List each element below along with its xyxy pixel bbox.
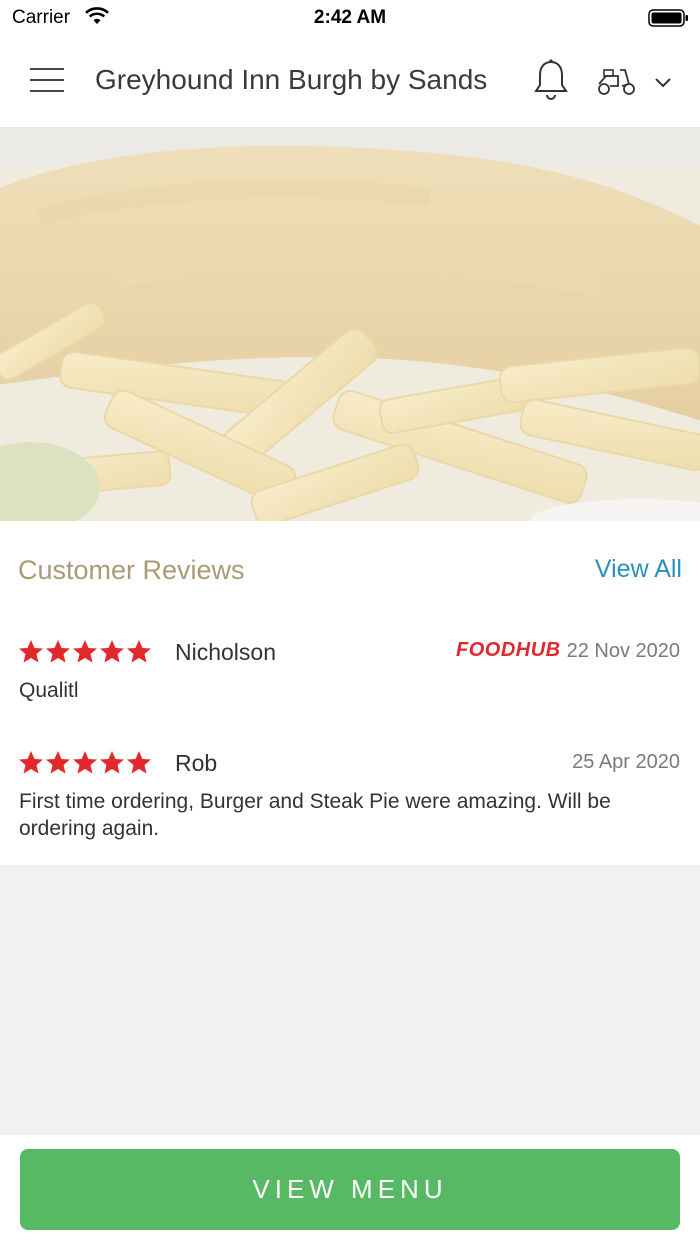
menu-icon[interactable] [30,68,64,94]
review-date: 22 Nov 2020 [566,640,680,662]
page-title: Greyhound Inn Burgh by Sands [95,64,488,95]
status-time: 2:42 AM [313,7,387,28]
bottom-bar: VIEW MENU [0,1135,700,1244]
reviewer-name: Nicholson [175,639,276,665]
star-rating [19,751,151,774]
scooter-icon[interactable] [596,66,638,96]
foodhub-logo: FOODHUB [456,639,561,661]
review-date: 25 Apr 2020 [572,751,680,773]
hero-image [0,127,700,521]
view-all-link[interactable]: View All [595,555,682,584]
status-bar: Carrier 2:42 AM [0,0,700,34]
app-header: Greyhound Inn Burgh by Sands [0,34,700,128]
star-rating [19,640,151,663]
view-menu-button[interactable]: VIEW MENU [20,1149,680,1230]
review-text: Qualitl [19,679,79,702]
review-text: First time ordering, Burger and Steak Pi… [19,790,611,840]
fish-and-chips-photo [0,127,700,521]
battery-icon [648,9,688,27]
chevron-down-icon[interactable] [654,76,672,88]
reviews-title: Customer Reviews [18,555,245,585]
reviewer-name: Rob [175,750,218,776]
reviews-card: Customer Reviews View All Nicholson FOOD… [0,521,700,865]
bell-icon[interactable] [533,58,569,102]
